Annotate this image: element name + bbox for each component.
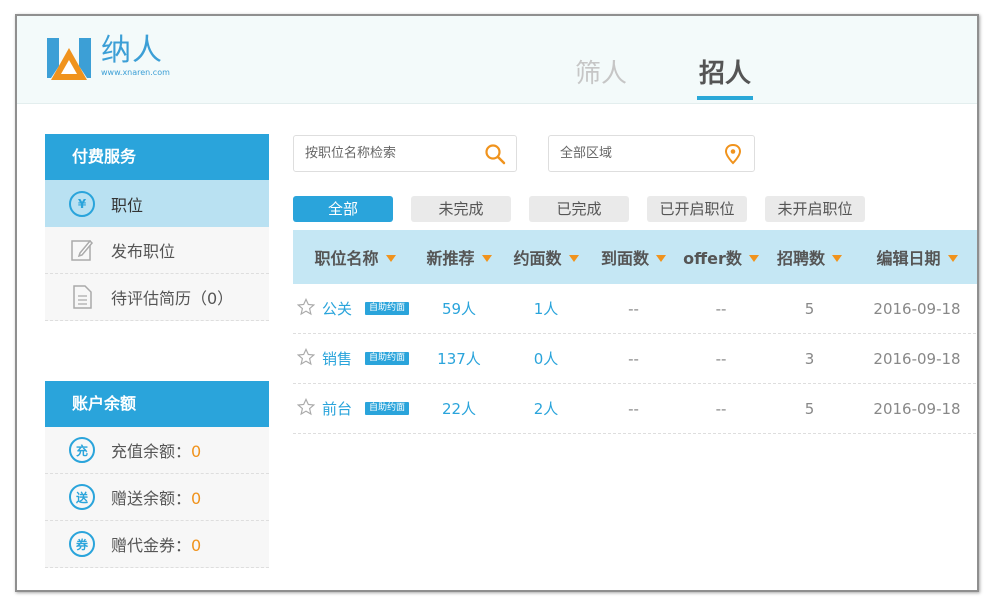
app-window: 纳人 www.xnaren.com 筛人 招人 付费服务 ¥ 职位 发布职位 待… xyxy=(15,14,979,592)
sort-caret-icon xyxy=(832,255,842,262)
sidebar-item-publish-position[interactable]: 发布职位 xyxy=(45,227,269,274)
filter-incomplete[interactable]: 未完成 xyxy=(411,196,511,222)
balance-label: 赠代金券： xyxy=(111,536,192,555)
column-header-date[interactable]: 编辑日期 xyxy=(853,245,977,269)
voucher-icon: 券 xyxy=(69,531,95,557)
cell-hires: 5 xyxy=(804,299,815,318)
search-icon[interactable] xyxy=(484,143,506,165)
cell-date: 2016-09-18 xyxy=(873,399,961,418)
star-icon[interactable] xyxy=(296,397,316,420)
search-placeholder: 按职位名称检索 xyxy=(305,146,397,161)
cell-arrived: -- xyxy=(628,399,639,418)
cell-recommended[interactable]: 137人 xyxy=(417,348,501,369)
position-name-link[interactable]: 销售 xyxy=(322,348,352,369)
gift-icon: 送 xyxy=(69,484,95,510)
sidebar-item-label: 待评估简历（0） xyxy=(111,289,234,308)
self-interview-badge: 自助约面 xyxy=(365,302,410,315)
filter-all[interactable]: 全部 xyxy=(293,196,393,222)
column-header-recommended[interactable]: 新推荐 xyxy=(417,245,501,269)
sidebar-item-positions[interactable]: ¥ 职位 xyxy=(45,180,269,227)
column-header-offers[interactable]: offer数 xyxy=(676,245,766,269)
column-header-interviews[interactable]: 约面数 xyxy=(501,245,591,269)
positions-table: 职位名称 新推荐 约面数 到面数 offer数 招聘数 编辑日期 公关 自助约面… xyxy=(293,230,977,434)
edit-icon xyxy=(69,237,95,263)
area-select[interactable]: 全部区域 xyxy=(548,135,755,172)
cell-recommended[interactable]: 22人 xyxy=(417,398,501,419)
sort-caret-icon xyxy=(481,255,492,262)
cell-arrived: -- xyxy=(628,349,639,368)
sort-caret-icon xyxy=(748,255,759,262)
cell-date: 2016-09-18 xyxy=(873,299,961,318)
sidebar-item-pending-resumes[interactable]: 待评估简历（0） xyxy=(45,274,269,321)
star-icon[interactable] xyxy=(296,347,316,370)
cell-recommended[interactable]: 59人 xyxy=(417,298,501,319)
balance-label: 赠送余额： xyxy=(111,489,192,508)
cell-hires: 3 xyxy=(804,349,815,368)
sort-caret-icon xyxy=(947,255,958,262)
balance-gift: 送 赠送余额：0 xyxy=(45,474,269,521)
cell-date: 2016-09-18 xyxy=(873,349,961,368)
balance-amount: 0 xyxy=(191,442,202,461)
top-tabs: 筛人 招人 xyxy=(573,58,821,100)
filter-open-positions[interactable]: 已开启职位 xyxy=(647,196,747,222)
document-icon xyxy=(69,284,95,310)
logo[interactable]: 纳人 www.xnaren.com xyxy=(43,34,170,84)
area-value: 全部区域 xyxy=(560,146,613,161)
cell-interviews[interactable]: 1人 xyxy=(501,298,591,319)
column-header-arrived[interactable]: 到面数 xyxy=(591,245,676,269)
sidebar-item-label: 职位 xyxy=(111,195,144,215)
balance-voucher: 券 赠代金券：0 xyxy=(45,521,269,568)
sort-caret-icon xyxy=(385,255,396,262)
cell-interviews[interactable]: 2人 xyxy=(501,398,591,419)
balance-recharge: 充 充值余额：0 xyxy=(45,427,269,474)
app-url: www.xnaren.com xyxy=(101,68,170,77)
cell-offers: -- xyxy=(715,349,727,368)
search-input[interactable]: 按职位名称检索 xyxy=(293,135,517,172)
sort-caret-icon xyxy=(568,255,579,262)
logo-icon xyxy=(43,34,95,84)
cell-offers: -- xyxy=(715,299,727,318)
table-row: 公关 自助约面 59人 1人 -- -- 5 2016-09-18 xyxy=(293,284,977,334)
app-name: 纳人 xyxy=(101,33,163,68)
position-name-link[interactable]: 前台 xyxy=(322,398,352,419)
filter-closed-positions[interactable]: 未开启职位 xyxy=(765,196,865,222)
balance-panel: 账户余额 充 充值余额：0 送 赠送余额：0 券 赠代金券：0 xyxy=(45,381,269,568)
self-interview-badge: 自助约面 xyxy=(365,402,410,415)
self-interview-badge: 自助约面 xyxy=(365,352,410,365)
yen-icon: ¥ xyxy=(69,190,95,217)
star-icon[interactable] xyxy=(296,297,316,320)
paid-services-panel: 付费服务 ¥ 职位 发布职位 待评估简历（0） xyxy=(45,134,269,321)
recharge-icon: 充 xyxy=(69,437,95,463)
paid-services-title: 付费服务 xyxy=(45,134,269,180)
table-row: 销售 自助约面 137人 0人 -- -- 3 2016-09-18 xyxy=(293,334,977,384)
location-pin-icon xyxy=(722,143,744,165)
position-name-link[interactable]: 公关 xyxy=(322,298,352,319)
cell-hires: 5 xyxy=(804,399,815,418)
balance-amount: 0 xyxy=(191,489,202,508)
balance-label: 充值余额： xyxy=(111,442,192,461)
filter-complete[interactable]: 已完成 xyxy=(529,196,629,222)
balance-title: 账户余额 xyxy=(45,381,269,427)
header: 纳人 www.xnaren.com 筛人 招人 xyxy=(17,16,977,104)
cell-offers: -- xyxy=(715,399,727,418)
sidebar-item-label: 发布职位 xyxy=(111,242,176,261)
status-filters: 全部 未完成 已完成 已开启职位 未开启职位 xyxy=(293,196,883,222)
table-row: 前台 自助约面 22人 2人 -- -- 5 2016-09-18 xyxy=(293,384,977,434)
table-header: 职位名称 新推荐 约面数 到面数 offer数 招聘数 编辑日期 xyxy=(293,230,977,284)
cell-interviews[interactable]: 0人 xyxy=(501,348,591,369)
cell-arrived: -- xyxy=(628,299,639,318)
sort-caret-icon xyxy=(656,255,666,262)
column-header-name[interactable]: 职位名称 xyxy=(293,245,417,269)
tab-screen[interactable]: 筛人 xyxy=(573,58,629,100)
balance-amount: 0 xyxy=(191,536,202,555)
column-header-hires[interactable]: 招聘数 xyxy=(766,245,853,269)
tab-recruit[interactable]: 招人 xyxy=(697,58,754,100)
